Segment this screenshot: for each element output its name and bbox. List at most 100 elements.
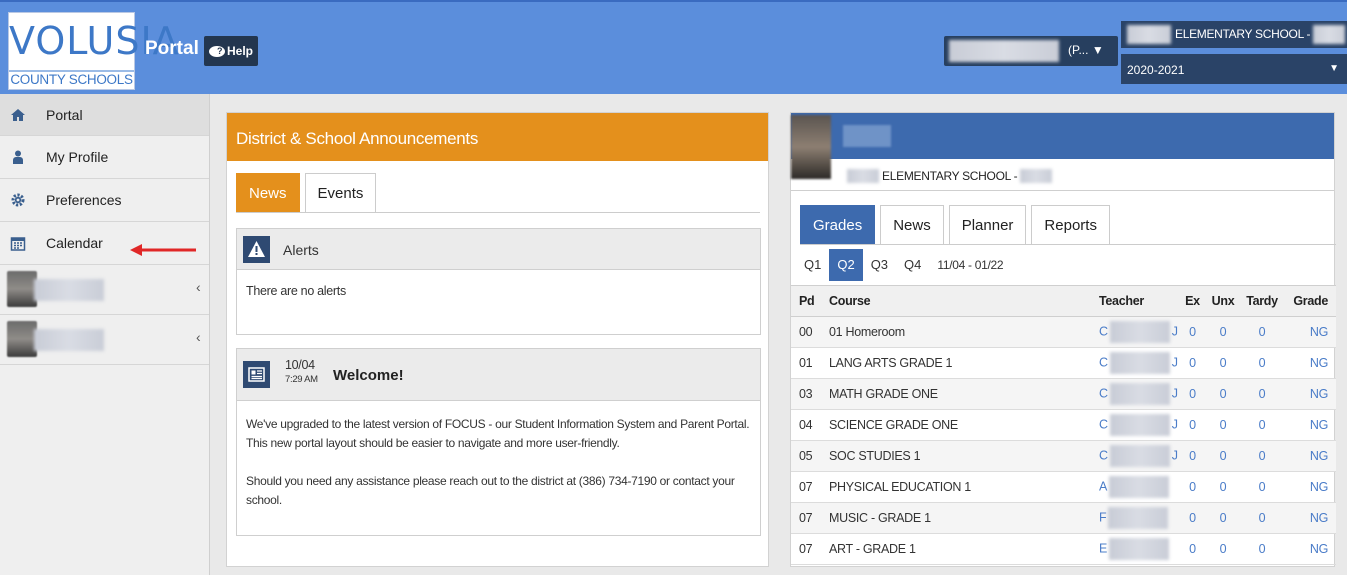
table-row: 00 01 Homeroom C J 0 0 0 NG [791, 316, 1336, 348]
col-tardy[interactable]: Tardy [1240, 285, 1284, 317]
unexcused-cell[interactable]: 0 [1206, 502, 1240, 534]
student-panel: ELEMENTARY SCHOOL - Grades News Planner … [790, 112, 1336, 567]
redacted-teacher-name [1109, 445, 1170, 467]
year-select[interactable]: 2020-2021 ▼ [1121, 54, 1347, 84]
grade-cell[interactable]: NG [1284, 347, 1336, 379]
welcome-body: We've upgraded to the latest version of … [237, 401, 760, 524]
excused-cell[interactable]: 0 [1179, 502, 1206, 534]
grade-cell[interactable]: NG [1284, 316, 1336, 348]
grade-cell[interactable]: NG [1284, 471, 1336, 503]
unexcused-cell[interactable]: 0 [1206, 378, 1240, 410]
teacher-cell[interactable]: CJ [1091, 316, 1179, 348]
excused-cell[interactable]: 0 [1179, 347, 1206, 379]
tab-grades[interactable]: Grades [800, 205, 876, 245]
col-pd[interactable]: Pd [791, 285, 821, 317]
grade-cell[interactable]: NG [1284, 502, 1336, 534]
grade-cell[interactable]: NG [1284, 409, 1336, 441]
quarter-tab-q3[interactable]: Q3 [863, 249, 896, 281]
excused-cell[interactable]: 0 [1179, 409, 1206, 441]
tardy-cell[interactable]: 0 [1240, 471, 1284, 503]
excused-cell[interactable]: 0 [1179, 378, 1206, 410]
redacted-teacher-name [1109, 476, 1170, 498]
col-course[interactable]: Course [821, 285, 1091, 317]
tardy-cell[interactable]: 0 [1240, 533, 1284, 565]
chevron-left-icon[interactable]: ‹ [196, 329, 201, 345]
excused-cell[interactable]: 0 [1179, 471, 1206, 503]
post-date: 10/04 [285, 358, 315, 372]
tardy-cell[interactable]: 0 [1240, 347, 1284, 379]
teacher-cell[interactable]: CJ [1091, 440, 1179, 472]
teacher-initial: C [1099, 324, 1108, 339]
unexcused-cell[interactable]: 0 [1206, 533, 1240, 565]
tardy-cell[interactable]: 0 [1240, 409, 1284, 441]
col-unx[interactable]: Unx [1206, 285, 1240, 317]
unexcused-cell[interactable]: 0 [1206, 471, 1240, 503]
tardy-cell[interactable]: 0 [1240, 502, 1284, 534]
tab-news[interactable]: News [236, 173, 300, 213]
col-grade[interactable]: Grade [1284, 285, 1336, 317]
quarter-tab-q1[interactable]: Q1 [796, 249, 829, 281]
district-logo[interactable]: VOLUSIA COUNTY SCHOOLS [8, 12, 179, 90]
chevron-left-icon[interactable]: ‹ [196, 279, 201, 295]
grade-cell[interactable]: NG [1284, 378, 1336, 410]
course-cell[interactable]: SOC STUDIES 1 [821, 440, 1091, 472]
tab-divider [236, 212, 760, 213]
table-header-row: Pd Course Teacher Ex Unx Tardy Grade [791, 285, 1336, 317]
grade-cell[interactable]: NG [1284, 533, 1336, 565]
tab-planner[interactable]: Planner [948, 205, 1027, 245]
alerts-card: Alerts There are no alerts [236, 228, 761, 335]
school-select[interactable]: ELEMENTARY SCHOOL - [1121, 21, 1347, 48]
course-cell[interactable]: 01 Homeroom [821, 316, 1091, 348]
tardy-cell[interactable]: 0 [1240, 440, 1284, 472]
grade-cell[interactable]: NG [1284, 440, 1336, 472]
user-select[interactable]: (P... ▼ [944, 36, 1118, 66]
unexcused-cell[interactable]: 0 [1206, 316, 1240, 348]
tab-reports[interactable]: Reports [1031, 205, 1110, 245]
course-cell[interactable]: MATH GRADE ONE [821, 378, 1091, 410]
table-row: 07 MUSIC - GRADE 1 F 0 0 0 NG [791, 502, 1336, 534]
period-cell: 07 [791, 471, 821, 503]
teacher-suffix: J [1171, 417, 1178, 432]
grades-table: Pd Course Teacher Ex Unx Tardy Grade 00 0… [791, 285, 1336, 565]
excused-cell[interactable]: 0 [1179, 533, 1206, 565]
unexcused-cell[interactable]: 0 [1206, 347, 1240, 379]
teacher-cell[interactable]: CJ [1091, 347, 1179, 379]
quarter-tab-q4[interactable]: Q4 [896, 249, 929, 281]
period-cell: 07 [791, 502, 821, 534]
sidebar-item-portal[interactable]: Portal [0, 94, 209, 136]
teacher-cell[interactable]: A [1091, 471, 1179, 503]
teacher-cell[interactable]: E [1091, 533, 1179, 565]
sidebar-student-2[interactable]: ‹ [0, 315, 209, 365]
unexcused-cell[interactable]: 0 [1206, 409, 1240, 441]
col-ex[interactable]: Ex [1179, 285, 1206, 317]
col-teacher[interactable]: Teacher [1091, 285, 1179, 317]
sidebar-item-preferences[interactable]: Preferences [0, 179, 209, 222]
redacted-student-name [843, 125, 891, 147]
course-cell[interactable]: PHYSICAL EDUCATION 1 [821, 471, 1091, 503]
sidebar-student-1[interactable]: ‹ [0, 265, 209, 315]
teacher-cell[interactable]: CJ [1091, 378, 1179, 410]
quarter-tab-q2[interactable]: Q2 [829, 249, 863, 281]
teacher-initial: C [1099, 448, 1108, 463]
tardy-cell[interactable]: 0 [1240, 378, 1284, 410]
help-label: Help [227, 44, 254, 58]
course-cell[interactable]: LANG ARTS GRADE 1 [821, 347, 1091, 379]
sidebar: Portal My Profile Preferences Calendar ‹… [0, 94, 210, 575]
tardy-cell[interactable]: 0 [1240, 316, 1284, 348]
teacher-cell[interactable]: CJ [1091, 409, 1179, 441]
school-select-label: ELEMENTARY SCHOOL - [1175, 27, 1311, 41]
course-cell[interactable]: SCIENCE GRADE ONE [821, 409, 1091, 441]
tab-news[interactable]: News [880, 205, 944, 245]
redacted-teacher-name [1109, 383, 1170, 405]
welcome-paragraph: This new portal layout should be easier … [246, 436, 620, 450]
course-cell[interactable]: ART - GRADE 1 [821, 533, 1091, 565]
help-button[interactable]: ? Help [204, 36, 259, 66]
course-cell[interactable]: MUSIC - GRADE 1 [821, 502, 1091, 534]
excused-cell[interactable]: 0 [1179, 316, 1206, 348]
teacher-cell[interactable]: F [1091, 502, 1179, 534]
excused-cell[interactable]: 0 [1179, 440, 1206, 472]
sidebar-item-my-profile[interactable]: My Profile [0, 136, 209, 179]
tab-events[interactable]: Events [304, 173, 377, 213]
unexcused-cell[interactable]: 0 [1206, 440, 1240, 472]
table-row: 07 ART - GRADE 1 E 0 0 0 NG [791, 533, 1336, 565]
